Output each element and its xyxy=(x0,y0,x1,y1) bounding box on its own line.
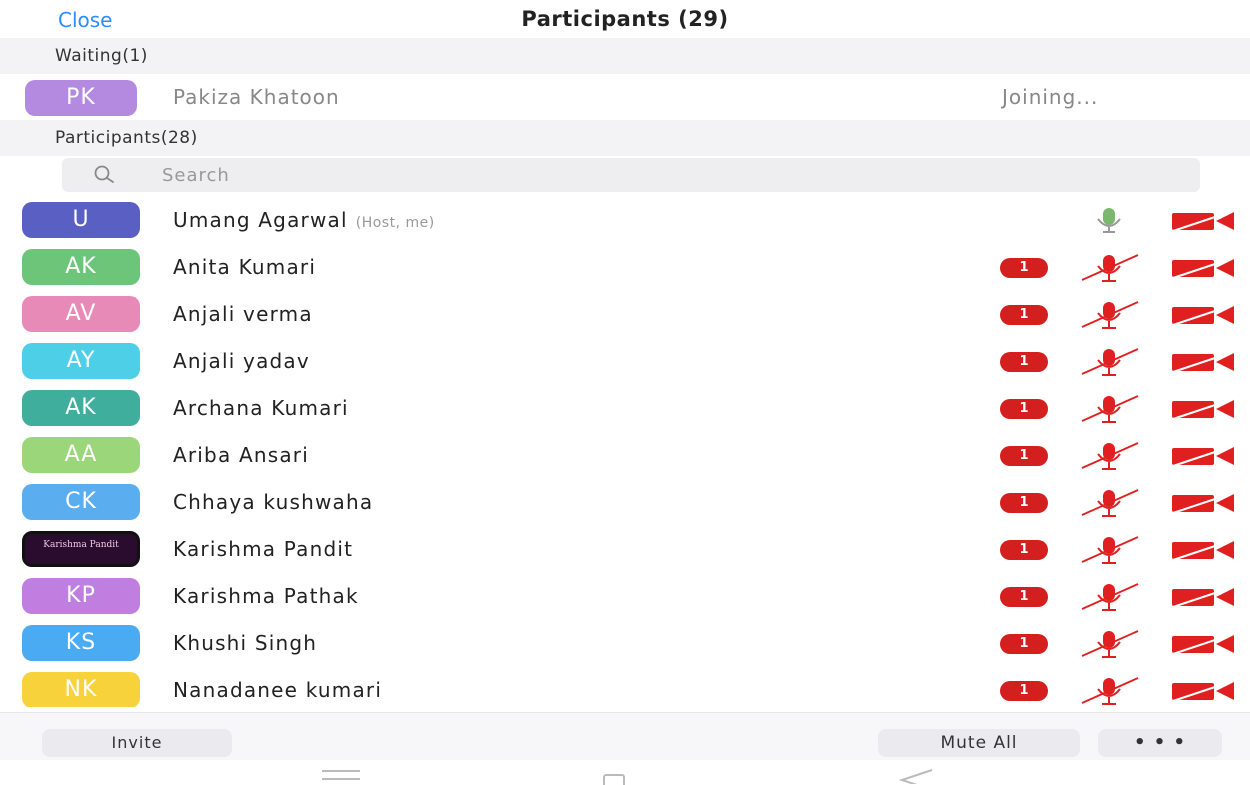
video-off-icon[interactable] xyxy=(1168,208,1238,234)
notification-badge: 1 xyxy=(1000,446,1048,466)
more-options-button[interactable]: • • • xyxy=(1098,729,1222,757)
mic-muted-icon[interactable] xyxy=(1078,534,1142,566)
joining-status: Joining... xyxy=(1002,85,1099,109)
avatar: KS xyxy=(22,625,140,661)
participant-name: Pakiza Khatoon xyxy=(173,85,340,109)
participant-name-text: Chhaya kushwaha xyxy=(173,490,374,514)
participant-name: Archana Kumari xyxy=(173,396,349,420)
participant-name-text: Anjali verma xyxy=(173,302,313,326)
notification-badge: 1 xyxy=(1000,258,1048,278)
participant-row[interactable]: AK Archana Kumari 1 xyxy=(0,385,1250,432)
notification-badge: 1 xyxy=(1000,587,1048,607)
participants-section-header: Participants(28) xyxy=(0,120,1250,156)
mic-active-icon[interactable] xyxy=(1078,205,1142,237)
participants-section-label: Participants(28) xyxy=(55,128,198,148)
notification-badge: 1 xyxy=(1000,305,1048,325)
participant-name-text: Karishma Pandit xyxy=(173,537,354,561)
participant-name-text: Anjali yadav xyxy=(173,349,310,373)
invite-button[interactable]: Invite xyxy=(42,729,232,757)
video-off-icon[interactable] xyxy=(1168,302,1238,328)
avatar: U xyxy=(22,202,140,238)
avatar: AK xyxy=(22,249,140,285)
participant-name: Karishma Pathak xyxy=(173,584,359,608)
avatar-photo: Karishma Pandit xyxy=(22,531,140,567)
participant-name-text: Umang Agarwal xyxy=(173,208,348,232)
participant-name-text: Ariba Ansari xyxy=(173,443,309,467)
participant-name: Anita Kumari xyxy=(173,255,316,279)
mic-muted-icon[interactable] xyxy=(1078,675,1142,707)
recent-apps-icon[interactable] xyxy=(322,770,360,780)
participant-name: Khushi Singh xyxy=(173,631,317,655)
mic-muted-icon[interactable] xyxy=(1078,628,1142,660)
participant-name: Nanadanee kumari xyxy=(173,678,382,702)
video-off-icon[interactable] xyxy=(1168,396,1238,422)
page-title: Participants (29) xyxy=(521,7,729,31)
android-nav-bar xyxy=(0,762,1250,785)
avatar: KP xyxy=(22,578,140,614)
notification-badge: 1 xyxy=(1000,399,1048,419)
participant-row[interactable]: NK Nanadanee kumari 1 xyxy=(0,667,1250,707)
video-off-icon[interactable] xyxy=(1168,584,1238,610)
participant-row[interactable]: KS Khushi Singh 1 xyxy=(0,620,1250,667)
participant-row[interactable]: AY Anjali yadav 1 xyxy=(0,338,1250,385)
participant-name-text: Karishma Pathak xyxy=(173,584,359,608)
avatar: AY xyxy=(22,343,140,379)
notification-badge: 1 xyxy=(1000,493,1048,513)
footer-toolbar: Invite Mute All • • • xyxy=(0,712,1250,760)
participant-row[interactable]: AA Ariba Ansari 1 xyxy=(0,432,1250,479)
mic-muted-icon[interactable] xyxy=(1078,393,1142,425)
header: Close Participants (29) xyxy=(0,0,1250,38)
participant-name: Anjali verma xyxy=(173,302,313,326)
mic-muted-icon[interactable] xyxy=(1078,440,1142,472)
participant-name: Karishma Pandit xyxy=(173,537,353,561)
participant-row[interactable]: KP Karishma Pathak 1 xyxy=(0,573,1250,620)
participant-row[interactable]: AV Anjali verma 1 xyxy=(0,291,1250,338)
notification-badge: 1 xyxy=(1000,352,1048,372)
avatar: NK xyxy=(22,672,140,707)
participant-name-text: Anita Kumari xyxy=(173,255,317,279)
video-off-icon[interactable] xyxy=(1168,443,1238,469)
video-off-icon[interactable] xyxy=(1168,678,1238,704)
participant-name-text: Khushi Singh xyxy=(173,631,318,655)
back-icon[interactable] xyxy=(896,768,936,784)
avatar: AK xyxy=(22,390,140,426)
notification-badge: 1 xyxy=(1000,634,1048,654)
participant-row[interactable]: Karishma Pandit Karishma Pandit 1 xyxy=(0,526,1250,573)
participant-name: Ariba Ansari xyxy=(173,443,309,467)
participant-name-text: Archana Kumari xyxy=(173,396,349,420)
avatar: AA xyxy=(22,437,140,473)
mic-muted-icon[interactable] xyxy=(1078,346,1142,378)
mute-all-button[interactable]: Mute All xyxy=(878,729,1080,757)
search-box[interactable] xyxy=(62,158,1200,192)
participant-name: Anjali yadav xyxy=(173,349,310,373)
participant-list[interactable]: U Umang Agarwal (Host, me) AK Anita Kumari 1 A… xyxy=(0,197,1250,707)
avatar: CK xyxy=(22,484,140,520)
mic-muted-icon[interactable] xyxy=(1078,581,1142,613)
participant-name: Umang Agarwal (Host, me) xyxy=(173,208,435,232)
participant-name-text: Nanadanee kumari xyxy=(173,678,383,702)
video-off-icon[interactable] xyxy=(1168,537,1238,563)
notification-badge: 1 xyxy=(1000,681,1048,701)
participant-name: Chhaya kushwaha xyxy=(173,490,373,514)
avatar: PK xyxy=(25,80,137,116)
video-off-icon[interactable] xyxy=(1168,490,1238,516)
mic-muted-icon[interactable] xyxy=(1078,487,1142,519)
participant-row[interactable]: AK Anita Kumari 1 xyxy=(0,244,1250,291)
waiting-section-header: Waiting(1) xyxy=(0,38,1250,74)
home-icon[interactable] xyxy=(603,774,625,785)
notification-badge: 1 xyxy=(1000,540,1048,560)
video-off-icon[interactable] xyxy=(1168,255,1238,281)
participant-row[interactable]: CK Chhaya kushwaha 1 xyxy=(0,479,1250,526)
participant-row[interactable]: U Umang Agarwal (Host, me) xyxy=(0,197,1250,244)
video-off-icon[interactable] xyxy=(1168,631,1238,657)
search-icon xyxy=(94,165,114,183)
waiting-section-label: Waiting(1) xyxy=(55,46,148,66)
video-off-icon[interactable] xyxy=(1168,349,1238,375)
participant-role: (Host, me) xyxy=(355,215,435,231)
waiting-participant-row[interactable]: PK Pakiza Khatoon Joining... xyxy=(0,74,1250,120)
avatar: AV xyxy=(22,296,140,332)
search-input[interactable] xyxy=(162,162,1062,188)
mic-muted-icon[interactable] xyxy=(1078,252,1142,284)
mic-muted-icon[interactable] xyxy=(1078,299,1142,331)
